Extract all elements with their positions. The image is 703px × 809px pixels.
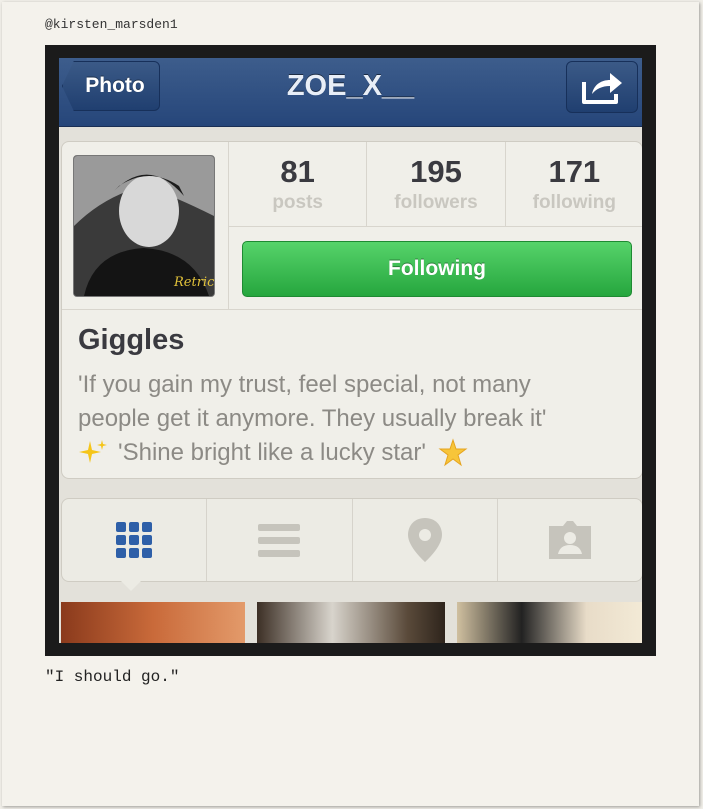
column-divider [228, 226, 229, 309]
section-divider [62, 309, 642, 310]
stat-following[interactable]: 171 following [506, 142, 642, 226]
stat-followers-value: 195 [410, 154, 462, 189]
active-tab-pointer [119, 579, 143, 591]
bio-line-2: people get it anymore. They usually brea… [78, 405, 547, 432]
tab-grid[interactable] [62, 499, 208, 581]
photo-thumbnail[interactable] [61, 602, 245, 643]
author-handle: @kirsten_marsden1 [45, 17, 178, 32]
sparkles-icon [79, 440, 107, 463]
tagged-photos-icon [548, 521, 591, 559]
profile-name: Giggles [78, 324, 185, 356]
tab-tagged[interactable] [498, 499, 642, 581]
photo-thumbnail[interactable] [457, 602, 642, 643]
avatar[interactable]: Retrica [73, 155, 215, 297]
share-button[interactable] [566, 61, 638, 113]
profile-card: Retrica 81 posts 195 followers 171 follo… [61, 141, 642, 479]
stat-posts-label: posts [272, 192, 323, 213]
stat-following-label: following [532, 192, 616, 213]
stat-following-value: 171 [548, 154, 601, 189]
stat-followers[interactable]: 195 followers [367, 142, 506, 226]
tab-map[interactable] [353, 499, 498, 581]
avatar-watermark: Retrica [173, 275, 214, 290]
profile-bio: 'If you gain my trust, feel special, not… [78, 368, 638, 470]
instagram-screen: Photo ZOE_X__ Retrica 81 posts [59, 58, 642, 643]
bio-line-3-text: 'Shine bright like a lucky star' [118, 439, 426, 466]
bio-line-3: 'Shine bright like a lucky star' [78, 436, 638, 470]
profile-tab-bar [61, 498, 642, 582]
stat-posts[interactable]: 81 posts [229, 142, 368, 226]
list-icon [258, 524, 301, 557]
page-title: ZOE_X__ [286, 70, 415, 102]
avatar-photo: Retrica [74, 156, 214, 296]
stat-followers-label: followers [394, 192, 478, 213]
bio-line-1: 'If you gain my trust, feel special, not… [78, 371, 531, 398]
stats-row: 81 posts 195 followers 171 following [228, 142, 642, 227]
photo-thumbnail[interactable] [257, 602, 445, 643]
stat-posts-value: 81 [280, 154, 315, 189]
location-pin-icon [407, 518, 442, 562]
nav-bar: Photo ZOE_X__ [59, 58, 642, 127]
glowing-star-icon [438, 438, 468, 467]
tab-list[interactable] [207, 499, 353, 581]
following-button[interactable]: Following [242, 241, 632, 297]
photo-caption: "I should go." [45, 668, 180, 686]
grid-icon [116, 522, 153, 558]
share-icon [582, 73, 622, 104]
